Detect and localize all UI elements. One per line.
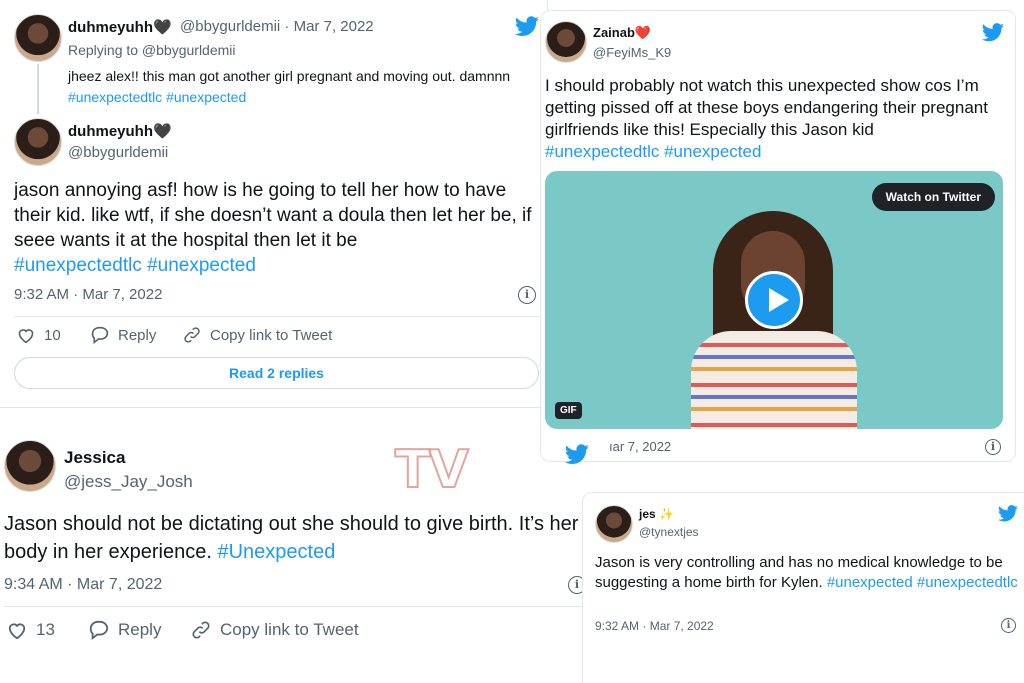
like-count: 13 (36, 620, 55, 639)
hashtag-link[interactable]: #Unexpected (217, 541, 335, 563)
handle: @jess_Jay_Josh (64, 472, 193, 491)
avatar[interactable] (595, 505, 633, 543)
replying-to: Replying to @bbygurldemii (68, 42, 236, 58)
tweet-card-duhmeyuhh: duhmeyuhh🖤 @bbygurldemii · Mar 7, 2022 R… (0, 0, 548, 408)
copy-link-button[interactable]: Copy link to Tweet (182, 326, 332, 344)
twitter-bird-icon[interactable] (514, 16, 540, 38)
like-count: 10 (44, 326, 61, 344)
avatar[interactable] (14, 14, 62, 62)
tweet-card-zainab: Zainab❤️ @FeyiMs_K9 I should probably no… (540, 10, 1016, 462)
info-icon[interactable]: i (985, 439, 1001, 455)
heart-icon (8, 623, 26, 640)
link-icon (192, 621, 210, 639)
reply-button[interactable]: Reply (90, 326, 156, 344)
read-replies-button[interactable]: Read 2 replies (14, 357, 539, 389)
info-icon[interactable]: i (1001, 618, 1016, 633)
avatar[interactable] (545, 21, 587, 63)
info-icon[interactable]: i (518, 286, 536, 304)
hashtag-link[interactable]: #unexpectedtlc #unexpected (68, 89, 246, 105)
tweet-card-jessica: Jessica @jess_Jay_Josh Jason should not … (0, 428, 600, 683)
thread-line (37, 64, 39, 114)
tweet-text: jason annoying asf! how is he going to t… (14, 180, 532, 251)
timestamp[interactable]: 9:32 AM · Mar 7, 2022 (14, 286, 162, 303)
copy-link-label: Copy link to Tweet (210, 326, 333, 344)
divider (4, 606, 582, 607)
reply-label: Reply (118, 620, 162, 639)
reply-icon (91, 326, 109, 344)
reply-icon (89, 620, 109, 640)
divider (14, 316, 539, 317)
reply-button[interactable]: Reply (88, 620, 161, 640)
handle: @tynextjes (639, 525, 699, 539)
reply-tweet-text: jheez alex!! this man got another girl p… (68, 66, 528, 108)
display-name[interactable]: Zainab❤️ (593, 25, 651, 41)
hashtag-link[interactable]: #unexpectedtlc #unexpected (14, 255, 256, 276)
timestamp[interactable]: 9:34 AM · Mar 7, 2022 (4, 576, 162, 594)
tweet-text: jheez alex!! this man got another girl p… (68, 68, 511, 84)
main-tweet-text: jason annoying asf! how is he going to t… (14, 178, 539, 278)
handle: @bbygurldemii (68, 144, 169, 161)
copy-link-button[interactable]: Copy link to Tweet (190, 620, 359, 640)
copy-link-label: Copy link to Tweet (220, 620, 359, 639)
watch-on-twitter-button[interactable]: Watch on Twitter (871, 183, 995, 211)
tweet-text: Jason is very controlling and has no med… (595, 553, 1020, 593)
gif-badge: GIF (555, 402, 582, 419)
avatar[interactable] (4, 440, 56, 492)
hashtag-link[interactable]: #unexpectedtlc (917, 574, 1018, 591)
timestamp[interactable]: ıar 7, 2022 (609, 439, 671, 454)
hashtag-link[interactable]: #unexpected (827, 574, 913, 591)
tweet-text: I should probably not watch this unexpec… (545, 75, 1007, 163)
link-icon (184, 327, 200, 343)
tweet-text: Jason should not be dictating out she sh… (4, 510, 594, 566)
avatar[interactable] (14, 118, 62, 166)
handle: @FeyiMs_K9 (593, 45, 672, 60)
tweet-body: I should probably not watch this unexpec… (545, 76, 988, 139)
display-name[interactable]: jes ✨ (639, 507, 674, 521)
play-icon[interactable] (745, 271, 803, 329)
gif-media[interactable]: Watch on Twitter GIF (545, 171, 1003, 429)
twitter-bird-icon[interactable] (981, 23, 1005, 43)
handle-and-date: @bbygurldemii · Mar 7, 2022 (180, 18, 374, 35)
hashtag-link[interactable]: #unexpectedtlc #unexpected (545, 142, 761, 161)
twitter-bird-icon[interactable] (564, 444, 590, 466)
like-button[interactable]: 10 (16, 326, 61, 344)
display-name[interactable]: Jessica (64, 448, 125, 468)
twitter-bird-icon[interactable] (997, 505, 1019, 523)
like-button[interactable]: 13 (6, 620, 55, 640)
timestamp[interactable]: 9:32 AM · Mar 7, 2022 (595, 619, 714, 633)
tweet-card-jes: jes ✨ @tynextjes Jason is very controlli… (582, 492, 1024, 683)
reply-label: Reply (118, 326, 157, 344)
display-name[interactable]: duhmeyuhh🖤 (68, 122, 172, 140)
display-name[interactable]: duhmeyuhh🖤 (68, 18, 172, 36)
heart-icon (18, 329, 34, 344)
gif-person-shirt (691, 331, 857, 429)
